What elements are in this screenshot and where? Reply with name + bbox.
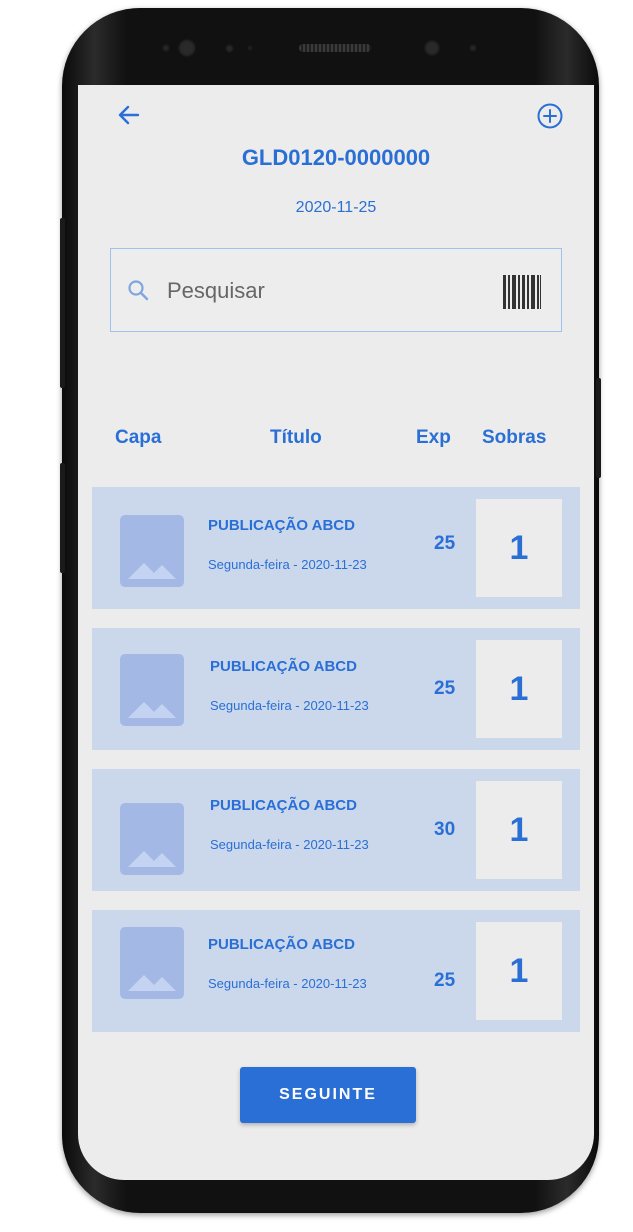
- cover-thumbnail: [120, 803, 184, 875]
- sensor: [247, 45, 253, 51]
- search-input[interactable]: [165, 273, 489, 309]
- search-icon: [128, 280, 149, 301]
- image-placeholder-icon: [128, 563, 176, 579]
- sensor: [162, 44, 170, 52]
- back-button[interactable]: [116, 102, 142, 128]
- arrow-left-icon: [118, 105, 140, 125]
- item-exp: 25: [434, 970, 456, 991]
- item-exp: 25: [434, 533, 456, 554]
- item-title: PUBLICAÇÃO ABCD: [208, 936, 355, 953]
- item-subtitle: Segunda-feira - 2020-11-23: [210, 698, 369, 713]
- list-item[interactable]: PUBLICAÇÃO ABCD Segunda-feira - 2020-11-…: [92, 628, 580, 750]
- search-box[interactable]: [110, 248, 562, 332]
- volume-button: [60, 218, 65, 388]
- sensor: [225, 44, 234, 53]
- power-button: [596, 378, 601, 478]
- cover-thumbnail: [120, 654, 184, 726]
- column-header-capa: Capa: [115, 427, 162, 448]
- column-header-titulo: Título: [270, 427, 322, 448]
- cover-thumbnail: [120, 927, 184, 999]
- item-subtitle: Segunda-feira - 2020-11-23: [208, 976, 367, 991]
- item-sobras-field[interactable]: 1: [476, 781, 562, 879]
- app-screen: GLD0120-0000000 2020-11-25 Capa Título E…: [78, 85, 594, 1180]
- earpiece-speaker: [299, 44, 371, 52]
- item-exp: 25: [434, 678, 456, 699]
- item-title: PUBLICAÇÃO ABCD: [210, 797, 357, 814]
- image-placeholder-icon: [128, 975, 176, 991]
- item-subtitle: Segunda-feira - 2020-11-23: [210, 837, 369, 852]
- add-button[interactable]: [536, 102, 564, 130]
- document-date: 2020-11-25: [295, 199, 377, 216]
- next-button[interactable]: SEGUINTE: [240, 1067, 416, 1123]
- item-title: PUBLICAÇÃO ABCD: [210, 658, 357, 675]
- item-exp: 30: [434, 819, 456, 840]
- list-item[interactable]: PUBLICAÇÃO ABCD Segunda-feira - 2020-11-…: [92, 769, 580, 891]
- document-code: GLD0120-0000000: [241, 145, 431, 170]
- front-camera: [424, 40, 440, 56]
- iris-scanner: [178, 39, 196, 57]
- item-subtitle: Segunda-feira - 2020-11-23: [208, 557, 367, 572]
- column-header-sobras: Sobras: [482, 427, 547, 448]
- assistant-button: [60, 463, 65, 573]
- barcode-icon[interactable]: [503, 275, 541, 309]
- image-placeholder-icon: [128, 702, 176, 718]
- column-header-exp: Exp: [416, 427, 451, 448]
- item-title: PUBLICAÇÃO ABCD: [208, 517, 355, 534]
- list-item[interactable]: PUBLICAÇÃO ABCD Segunda-feira - 2020-11-…: [92, 487, 580, 609]
- phone-top-bezel: [62, 8, 599, 93]
- item-sobras-field[interactable]: 1: [476, 640, 562, 738]
- cover-thumbnail: [120, 515, 184, 587]
- item-sobras-field[interactable]: 1: [476, 499, 562, 597]
- image-placeholder-icon: [128, 851, 176, 867]
- sensor: [469, 44, 477, 52]
- list-item[interactable]: PUBLICAÇÃO ABCD Segunda-feira - 2020-11-…: [92, 910, 580, 1032]
- plus-circle-icon: [537, 103, 563, 129]
- item-sobras-field[interactable]: 1: [476, 922, 562, 1020]
